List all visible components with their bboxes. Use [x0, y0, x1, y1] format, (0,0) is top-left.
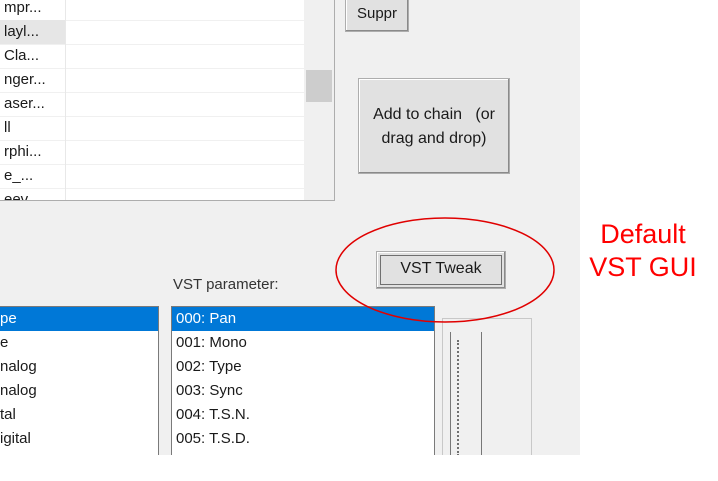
annotation-line2: VST GUI: [589, 252, 697, 282]
annotation-line1: Default: [600, 219, 686, 249]
annotation-text: Default VST GUI: [568, 218, 718, 284]
